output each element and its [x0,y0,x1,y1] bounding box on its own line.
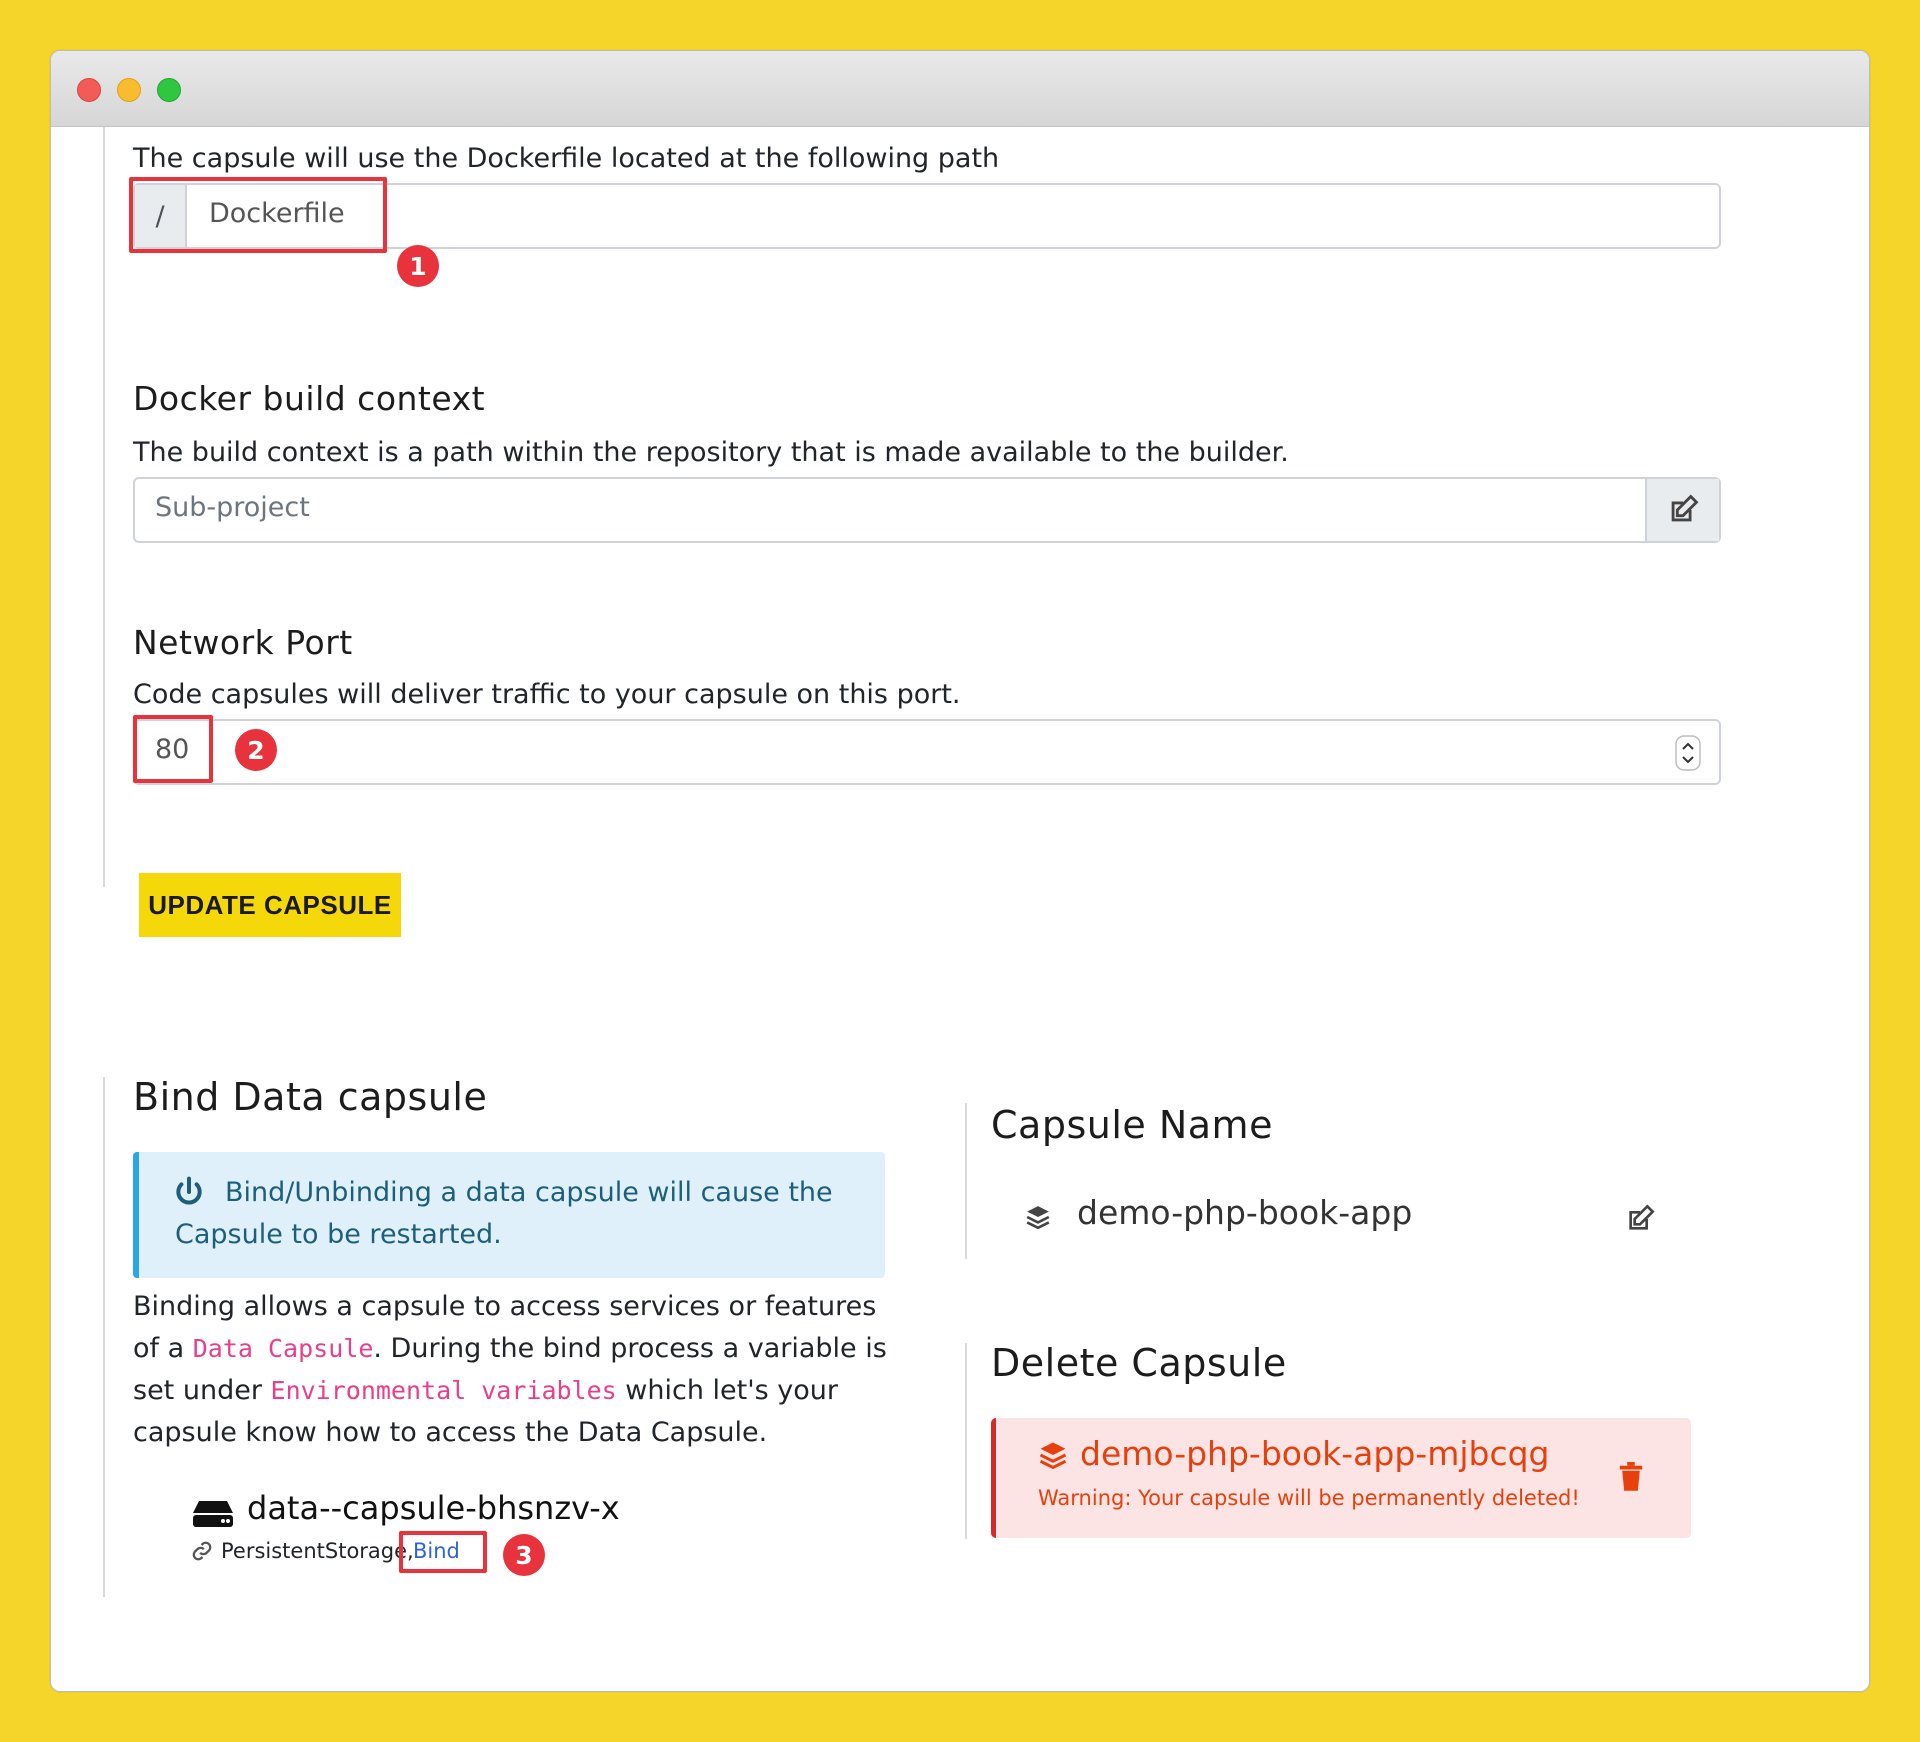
build-context-placeholder: Sub-project [155,492,310,523]
capsule-name-title: Capsule Name [991,1103,1273,1147]
build-context-edit-button[interactable] [1645,479,1719,541]
build-context-title: Docker build context [133,379,486,418]
delete-capsule-divider [965,1343,967,1539]
edit-icon [1671,494,1699,522]
maximize-window-button[interactable] [157,78,181,102]
build-context-field[interactable]: Sub-project [133,477,1721,543]
title-bar [51,51,1869,127]
bind-section-divider [103,1077,105,1597]
restart-info-text: Bind/Unbinding a data capsule will cause… [175,1177,833,1250]
danger-layers-icon [1039,1442,1067,1470]
delete-capsule-title: Delete Capsule [991,1341,1287,1385]
browser-window: The capsule will use the Dockerfile loca… [50,50,1870,1692]
data-capsule-type: PersistentStorage, [221,1539,414,1563]
restart-info-box: Bind/Unbinding a data capsule will cause… [133,1152,885,1278]
close-window-button[interactable] [77,78,101,102]
capsule-name-value: demo-php-book-app [1077,1193,1413,1232]
data-capsule-code: Data Capsule [192,1334,374,1363]
annotation-badge-1: 1 [397,245,439,287]
annotation-box-1 [129,177,387,253]
section-divider [103,127,105,887]
delete-capsule-box: demo-php-book-app-mjbcqg Warning: Your c… [991,1418,1691,1538]
bind-description: Binding allows a capsule to access servi… [133,1286,893,1454]
storage-drive-icon [193,1501,233,1527]
update-capsule-button[interactable]: UPDATE CAPSULE [139,873,401,937]
environmental-variables-code: Environmental variables [270,1376,617,1405]
annotation-box-3 [399,1531,487,1573]
network-port-input[interactable]: 80 [133,719,1721,785]
annotation-badge-3: 3 [503,1534,545,1576]
trash-icon[interactable] [1618,1462,1644,1492]
annotation-box-2 [133,715,213,783]
network-port-description: Code capsules will deliver traffic to yo… [133,679,961,710]
capsule-name-edit-icon[interactable] [1623,1203,1657,1235]
page-content: The capsule will use the Dockerfile loca… [51,127,1869,1691]
data-capsule-name: data--capsule-bhsnzv-x [247,1489,620,1527]
delete-warning-text: Warning: Your capsule will be permanentl… [1038,1486,1580,1510]
network-port-title: Network Port [133,623,353,662]
dockerfile-description: The capsule will use the Dockerfile loca… [133,143,1000,174]
capsule-name-divider [965,1103,967,1259]
annotation-badge-2: 2 [235,729,277,771]
link-icon [192,1541,212,1561]
bind-data-capsule-title: Bind Data capsule [133,1075,488,1119]
layers-icon [1026,1206,1050,1230]
spinner-arrows-icon[interactable] [1675,735,1701,771]
build-context-description: The build context is a path within the r… [133,437,1289,468]
minimize-window-button[interactable] [117,78,141,102]
delete-capsule-name: demo-php-book-app-mjbcqg [1080,1434,1550,1473]
